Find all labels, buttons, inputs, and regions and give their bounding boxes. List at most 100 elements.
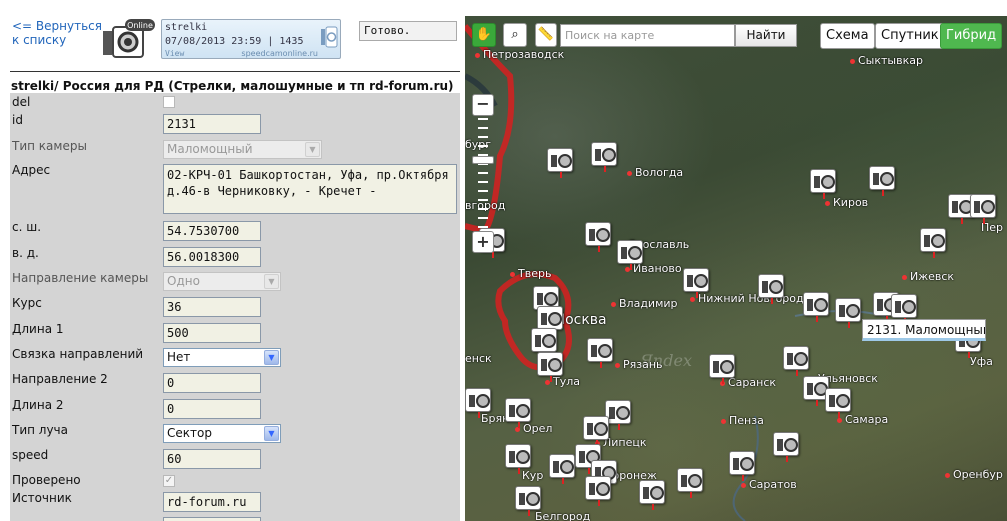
- lon-field[interactable]: 56.0018300: [163, 247, 261, 267]
- label-link-directions: Связка направлений: [12, 347, 144, 361]
- city-petrozavodsk: Петрозаводск: [475, 48, 564, 61]
- camera-marker[interactable]: [617, 240, 643, 270]
- camera-marker[interactable]: [587, 338, 613, 368]
- camera-marker[interactable]: [547, 148, 573, 178]
- del-checkbox[interactable]: [163, 96, 175, 108]
- camera-marker[interactable]: [729, 451, 755, 481]
- banner-site: speedcamonline.ru: [241, 49, 318, 58]
- camera-marker[interactable]: [583, 416, 609, 446]
- beam-type-select[interactable]: Сектор ▼: [163, 424, 281, 443]
- link-directions-select[interactable]: Нет ▼: [163, 348, 281, 367]
- chevron-down-icon: ▼: [264, 350, 279, 365]
- city-saratov: Саратов: [741, 478, 797, 491]
- label-beam-type: Тип луча: [12, 423, 69, 437]
- camera-marker[interactable]: [465, 388, 491, 418]
- layer-hybrid-button[interactable]: Гибрид: [940, 23, 1003, 49]
- camera-marker[interactable]: [591, 142, 617, 172]
- camera-marker[interactable]: [773, 432, 799, 462]
- label-course: Курс: [12, 296, 42, 310]
- city-ryazan: Рязань: [615, 358, 663, 371]
- camera-marker[interactable]: [585, 222, 611, 252]
- label-source: Источник: [12, 491, 72, 505]
- label-verified: Проверено: [12, 473, 81, 487]
- zoom-out-button[interactable]: −: [472, 94, 494, 116]
- zoom-handle[interactable]: [472, 156, 494, 164]
- camera-editor-panel: <= Вернуться к списку Online strelki 07/…: [0, 0, 463, 521]
- city-tver: Тверь: [510, 267, 551, 280]
- next-field[interactable]: [163, 517, 261, 521]
- camera-marker[interactable]: [891, 294, 917, 324]
- camera-marker[interactable]: [505, 398, 531, 428]
- camera-marker[interactable]: [835, 298, 861, 328]
- camera-marker[interactable]: [869, 166, 895, 196]
- city-ufa: Уфа: [970, 355, 993, 368]
- camera-marker[interactable]: [549, 454, 575, 484]
- camera-direction-select[interactable]: Одно ▼: [163, 272, 281, 291]
- city-syktyvkar: Сыктывкар: [850, 54, 923, 67]
- banner-view: View: [165, 49, 185, 58]
- ruler-tool-icon[interactable]: 📏: [535, 23, 557, 47]
- layer-satellite-button[interactable]: Спутник: [875, 23, 945, 49]
- city-kirov: Киров: [825, 196, 868, 209]
- find-button[interactable]: Найти: [735, 24, 797, 47]
- label-length2: Длина 2: [12, 398, 64, 412]
- length2-field[interactable]: 0: [163, 399, 261, 419]
- label-lon: в. д.: [12, 246, 39, 260]
- speedcam-logo-icon: Online: [103, 19, 155, 58]
- speedcam-banner[interactable]: strelki 07/08/2013 23:59 | 1435 View spe…: [161, 19, 341, 59]
- course-field[interactable]: 36: [163, 297, 261, 317]
- city-nizhny: Нижний Новгород: [690, 292, 804, 305]
- camera-type-select[interactable]: Маломощный ▼: [163, 140, 322, 159]
- zoom-control: − +: [472, 94, 494, 254]
- zoom-track[interactable]: [478, 118, 488, 230]
- link-directions-value: Нет: [167, 350, 191, 364]
- city-oryol: Орел: [515, 422, 552, 435]
- camera-marker[interactable]: [803, 292, 829, 322]
- city-vologda: Вологда: [627, 166, 683, 179]
- camera-marker[interactable]: [970, 194, 996, 224]
- camera-marker[interactable]: [515, 486, 541, 516]
- beam-type-value: Сектор: [167, 426, 212, 440]
- id-field[interactable]: 2131: [163, 114, 261, 134]
- camera-marker[interactable]: [585, 476, 611, 506]
- back-to-list-link[interactable]: <= Вернуться к списку: [12, 19, 102, 47]
- camera-marker[interactable]: [810, 169, 836, 199]
- camera-marker[interactable]: [537, 352, 563, 382]
- camera-marker[interactable]: [783, 346, 809, 376]
- label-camera-type: Тип камеры: [12, 139, 87, 153]
- label-lat: с. ш.: [12, 220, 42, 234]
- camera-marker[interactable]: [683, 268, 709, 298]
- camera-marker[interactable]: [920, 228, 946, 258]
- city-kursk: Кур: [522, 469, 544, 482]
- label-camera-direction: Направление камеры: [12, 271, 149, 285]
- city-belgorod: Белгород: [535, 510, 591, 521]
- city-izhevsk: Ижевск: [902, 270, 954, 283]
- magnifier-tool-icon[interactable]: ⌕: [503, 23, 527, 47]
- camera-marker[interactable]: [825, 388, 851, 418]
- camera-marker[interactable]: [677, 468, 703, 498]
- map-search-input[interactable]: Поиск на карте: [560, 24, 735, 47]
- length1-field[interactable]: 500: [163, 323, 261, 343]
- yandex-map[interactable]: Яndex Петрозаводск Сыктывкар бург Вологд…: [465, 16, 1007, 521]
- status-field: Готово.: [359, 21, 457, 41]
- chevron-down-icon: ▼: [305, 142, 320, 157]
- camera-marker[interactable]: [531, 328, 557, 358]
- hand-tool-icon[interactable]: ✋: [472, 23, 496, 47]
- zoom-in-button[interactable]: +: [472, 231, 494, 253]
- camera-marker[interactable]: [758, 274, 784, 304]
- label-speed: speed: [12, 448, 49, 462]
- city-smolensk: енск: [465, 352, 492, 365]
- camera-marker[interactable]: [505, 444, 531, 474]
- verified-checkbox[interactable]: ✓: [163, 475, 175, 487]
- source-field[interactable]: rd-forum.ru: [163, 492, 261, 512]
- camera-marker[interactable]: [537, 306, 563, 336]
- address-textarea[interactable]: 02-КРЧ-01 Башкортостан, Уфа, пр.Октября …: [163, 164, 457, 214]
- camera-marker[interactable]: [709, 354, 735, 384]
- lat-field[interactable]: 54.7530700: [163, 221, 261, 241]
- layer-scheme-button[interactable]: Схема: [820, 23, 875, 49]
- camera-marker[interactable]: [639, 480, 665, 510]
- layer-title: strelki/ Россия для РД (Стрелки, малошум…: [11, 79, 454, 93]
- direction2-field[interactable]: 0: [163, 373, 261, 393]
- city-samara: Самара: [837, 413, 888, 426]
- speed-field[interactable]: 60: [163, 449, 261, 469]
